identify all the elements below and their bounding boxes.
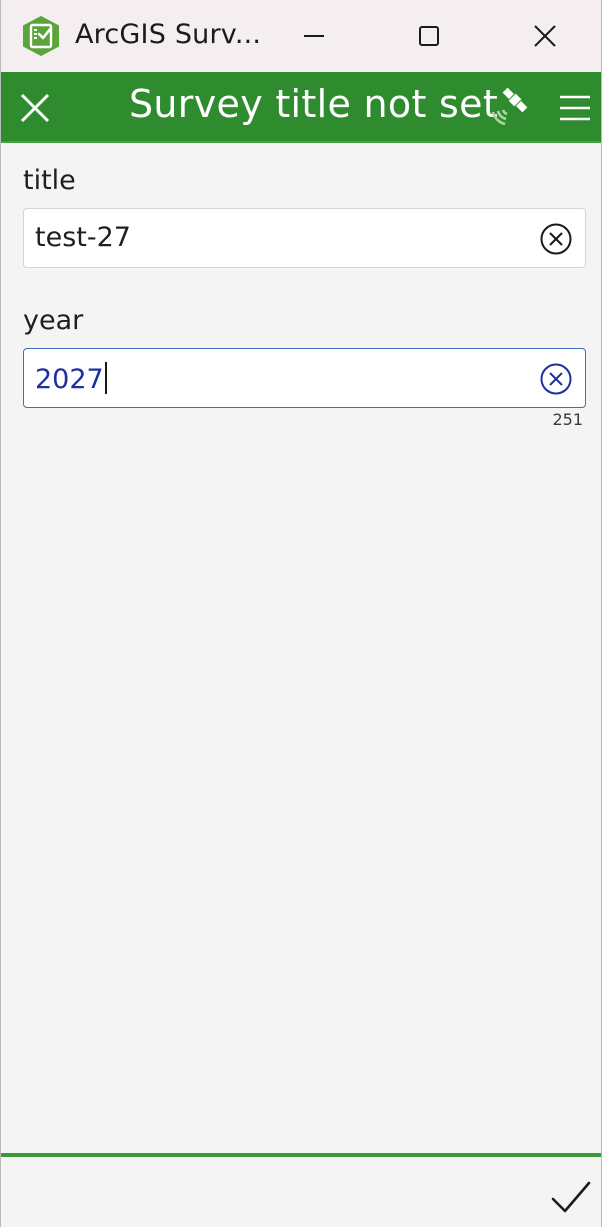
minimize-icon bbox=[304, 35, 324, 37]
year-field-label: year bbox=[23, 305, 84, 336]
window-title: ArcGIS Surv... bbox=[75, 19, 262, 50]
close-survey-button[interactable] bbox=[13, 86, 57, 130]
maximize-button[interactable] bbox=[407, 14, 451, 58]
minimize-button[interactable] bbox=[292, 14, 336, 58]
year-input[interactable]: 2027 bbox=[23, 348, 586, 408]
year-value-text: 2027 bbox=[35, 364, 104, 395]
clear-title-icon[interactable] bbox=[539, 222, 573, 256]
close-icon bbox=[20, 93, 50, 123]
clear-year-icon[interactable] bbox=[539, 362, 573, 396]
survey-header: Survey title not set bbox=[1, 72, 601, 143]
window-close-button[interactable] bbox=[523, 14, 567, 58]
satellite-icon[interactable] bbox=[485, 84, 533, 132]
hamburger-menu-icon bbox=[560, 95, 590, 121]
title-input[interactable]: test-27 bbox=[23, 208, 586, 268]
menu-button[interactable] bbox=[553, 86, 597, 130]
maximize-icon bbox=[419, 26, 439, 46]
year-input-value: 2027 bbox=[35, 362, 107, 395]
close-icon bbox=[534, 25, 556, 47]
app-window: ArcGIS Surv... Survey title not set titl… bbox=[0, 0, 602, 1227]
text-cursor bbox=[104, 362, 107, 394]
remaining-characters-count: 251 bbox=[552, 410, 583, 429]
app-logo-icon bbox=[23, 16, 59, 56]
checkmark-icon[interactable] bbox=[549, 1175, 593, 1219]
title-input-value: test-27 bbox=[35, 222, 131, 253]
survey-title: Survey title not set bbox=[129, 82, 499, 126]
window-titlebar[interactable]: ArcGIS Surv... bbox=[1, 0, 601, 72]
survey-footer bbox=[1, 1153, 601, 1227]
title-field-label: title bbox=[23, 165, 76, 196]
